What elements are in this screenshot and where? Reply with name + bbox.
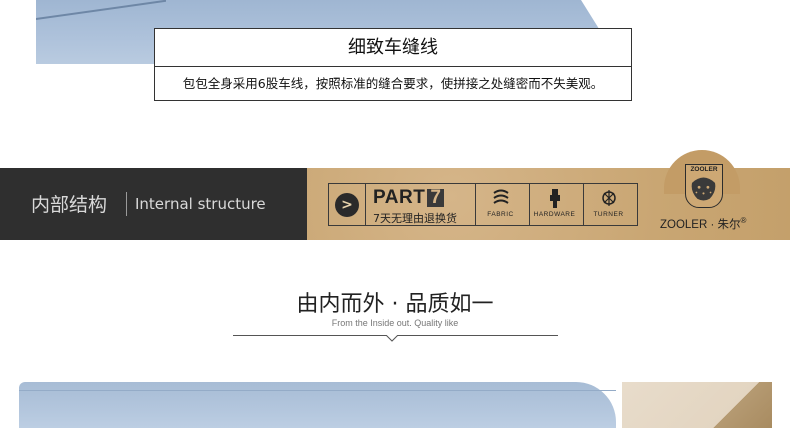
badge-turner: TURNER: [583, 184, 633, 225]
part-subtitle: 7天无理由退换货: [373, 212, 457, 225]
caption-title: 细致车缝线: [155, 29, 631, 67]
brand-name-text: ZOOLER · 朱尔: [660, 219, 741, 231]
leather-seam: [19, 390, 616, 391]
arrow-right-circle-icon: >: [335, 193, 359, 217]
fabric-lining-photo: [622, 382, 772, 428]
registered-mark: ®: [740, 216, 747, 226]
stitch-line: [36, 0, 166, 20]
chevron-down-icon: [386, 335, 398, 342]
badge-hardware-label: HARDWARE: [533, 211, 576, 218]
badge-turner-label: TURNER: [593, 211, 624, 218]
part-label: PART 7: [373, 187, 445, 209]
leather-interior-photo: [19, 382, 616, 428]
leopard-emblem-icon: ZOOLER: [685, 164, 723, 208]
brand-name: ZOOLER · 朱尔®: [660, 216, 746, 232]
caption-description: 包包全身采用6股车线，按照标准的缝合要求，使拼接之处缝密而不失美观。: [182, 76, 604, 91]
badge-hardware: HARDWARE: [529, 184, 579, 225]
section-title-en: Internal structure: [135, 195, 266, 213]
leopard-head-icon: [691, 177, 716, 201]
turner-icon: [601, 190, 616, 206]
stitch-caption-box: 细致车缝线 包包全身采用6股车线，按照标准的缝合要求，使拼接之处缝密而不失美观。: [154, 28, 632, 101]
banner-dark-panel: 内部结构 Internal structure: [0, 168, 307, 240]
fabric-icon: [492, 189, 509, 204]
part-badge-box: > PART 7 7天无理由退换货 FABRIC HARDWARE TURNER: [328, 183, 638, 226]
section-heading: 由内而外 · 品质如一: [296, 292, 494, 317]
part-number: 7: [427, 188, 445, 207]
banner-separator: [126, 192, 127, 216]
section-title-cn: 内部结构: [31, 194, 108, 216]
section-subheading: From the Inside out. Quality like: [331, 318, 459, 328]
part-text: PART: [373, 187, 426, 208]
brand-logo: ZOOLER ZOOLER · 朱尔®: [656, 150, 766, 232]
emblem-text: ZOOLER: [690, 166, 718, 173]
badge-fabric-label: FABRIC: [487, 211, 514, 218]
badge-fabric: FABRIC: [475, 184, 525, 225]
hardware-icon: [549, 189, 560, 208]
